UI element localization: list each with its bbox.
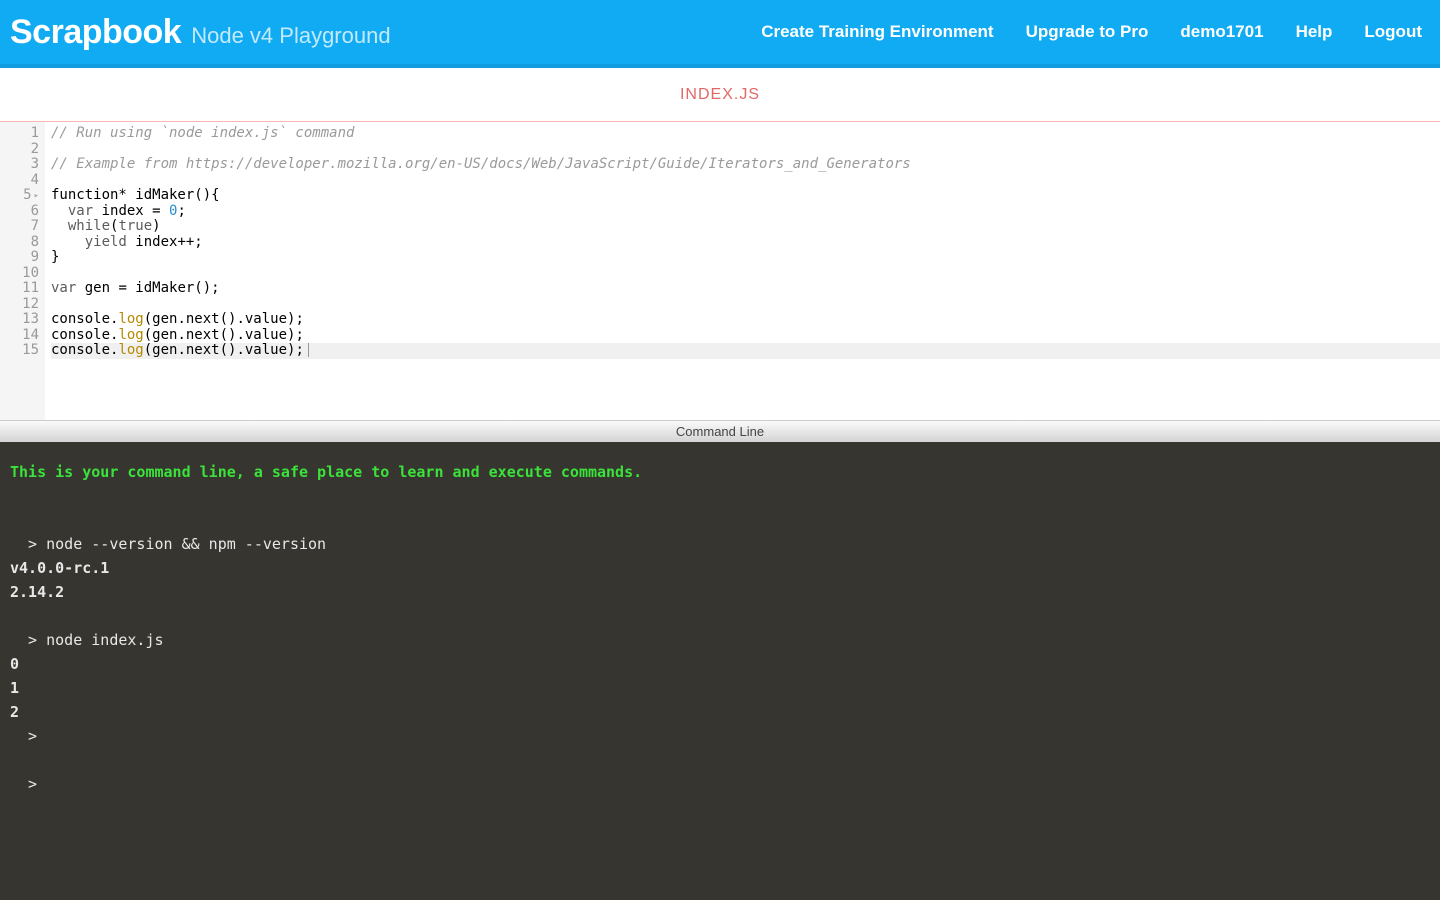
terminal-output-line: v4.0.0-rc.1 [10, 559, 109, 577]
app-header: Scrapbook Node v4 Playground Create Trai… [0, 0, 1440, 68]
editor-code-line[interactable]: yield index++; [51, 235, 1440, 251]
editor-line-number: 9 [0, 250, 39, 266]
nav-create-training-environment[interactable]: Create Training Environment [761, 22, 993, 42]
editor-code-line[interactable] [51, 297, 1440, 313]
terminal-intro-message: This is your command line, a safe place … [10, 463, 642, 481]
editor-code-line[interactable] [51, 142, 1440, 158]
top-nav: Create Training Environment Upgrade to P… [761, 22, 1422, 42]
editor-line-number: 14 [0, 328, 39, 344]
terminal-prompt[interactable]: > [10, 727, 46, 745]
command-line-header: Command Line [0, 420, 1440, 442]
editor-code-line[interactable]: } [51, 250, 1440, 266]
terminal-prompt[interactable]: > node index.js [10, 631, 164, 649]
editor-line-number: 10 [0, 266, 39, 282]
editor-line-number: 11 [0, 281, 39, 297]
editor-code-line[interactable]: console.log(gen.next().value); [51, 328, 1440, 344]
terminal-output-line: 2 [10, 703, 19, 721]
terminal-output-line: 0 [10, 655, 19, 673]
command-line-terminal[interactable]: This is your command line, a safe place … [0, 442, 1440, 900]
editor-code-line[interactable]: var gen = idMaker(); [51, 281, 1440, 297]
editor-code-area[interactable]: // Run using `node index.js` command // E… [45, 122, 1440, 420]
editor-code-line[interactable]: var index = 0; [51, 204, 1440, 220]
editor-line-number: 15 [0, 343, 39, 359]
editor-line-number: 1 [0, 126, 39, 142]
editor-line-number: 7 [0, 219, 39, 235]
editor-line-number: 5 [0, 188, 39, 204]
brand-subtitle: Node v4 Playground [191, 23, 390, 49]
nav-help[interactable]: Help [1296, 22, 1333, 42]
editor-line-number: 12 [0, 297, 39, 313]
editor-gutter: 123456789101112131415 [0, 122, 45, 420]
terminal-output-line: 2.14.2 [10, 583, 64, 601]
editor-line-number: 6 [0, 204, 39, 220]
terminal-output-line: 1 [10, 679, 19, 697]
nav-logout[interactable]: Logout [1364, 22, 1422, 42]
editor-line-number: 3 [0, 157, 39, 173]
command-line-header-label: Command Line [676, 424, 764, 439]
editor-code-line[interactable]: function* idMaker(){ [51, 188, 1440, 204]
code-editor[interactable]: 123456789101112131415 // Run using `node… [0, 122, 1440, 420]
editor-code-line[interactable]: // Example from https://developer.mozill… [51, 157, 1440, 173]
terminal-prompt[interactable]: > [10, 775, 46, 793]
editor-code-line[interactable]: console.log(gen.next().value); [51, 312, 1440, 328]
editor-code-line[interactable]: // Run using `node index.js` command [51, 126, 1440, 142]
editor-tabbar: INDEX.JS [0, 68, 1440, 122]
terminal-prompt[interactable]: > node --version && npm --version [10, 535, 326, 553]
brand-name: Scrapbook [10, 13, 181, 52]
editor-code-line[interactable] [51, 266, 1440, 282]
editor-tab-indexjs[interactable]: INDEX.JS [680, 86, 760, 104]
nav-username[interactable]: demo1701 [1180, 22, 1263, 42]
editor-code-line[interactable]: while(true) [51, 219, 1440, 235]
editor-line-number: 4 [0, 173, 39, 189]
brand-block: Scrapbook Node v4 Playground [10, 13, 391, 52]
nav-upgrade-to-pro[interactable]: Upgrade to Pro [1026, 22, 1149, 42]
editor-line-number: 2 [0, 142, 39, 158]
editor-line-number: 13 [0, 312, 39, 328]
editor-line-number: 8 [0, 235, 39, 251]
editor-code-line[interactable]: console.log(gen.next().value); [51, 343, 1440, 359]
editor-code-line[interactable] [51, 173, 1440, 189]
